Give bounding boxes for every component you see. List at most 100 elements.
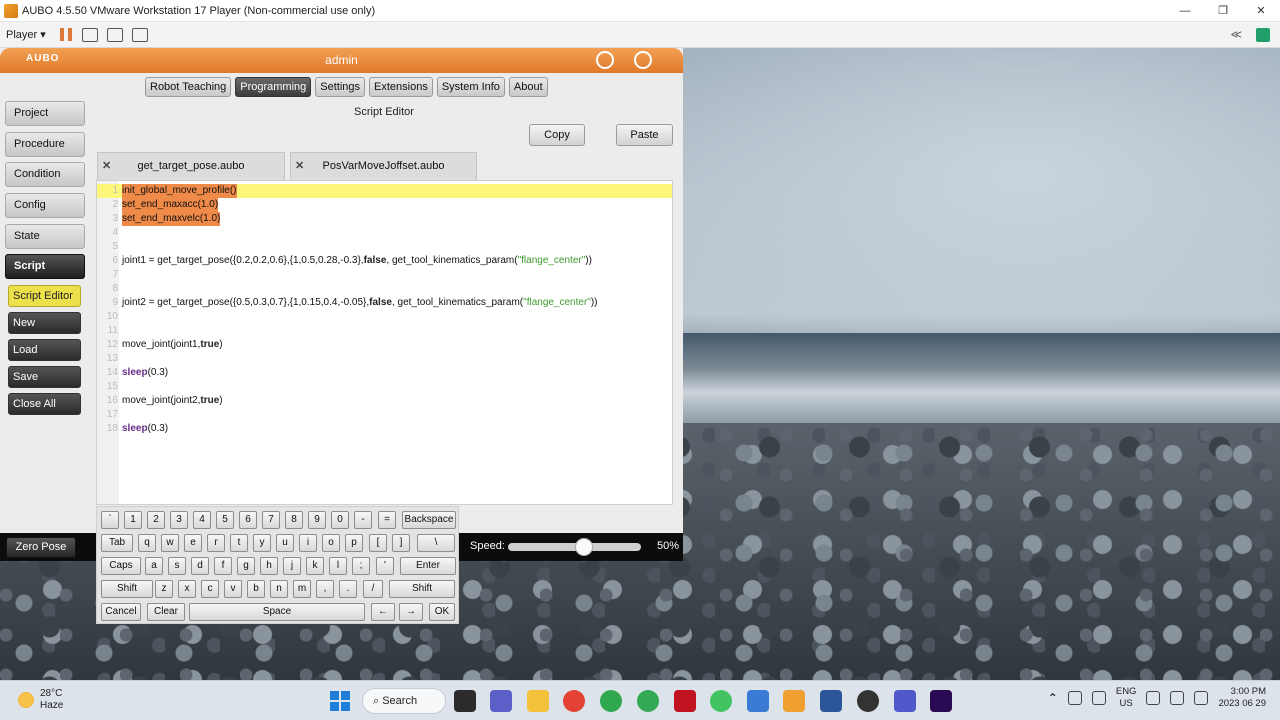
word-icon[interactable] <box>820 690 842 712</box>
key[interactable]: w <box>161 534 179 552</box>
premiere-icon[interactable] <box>930 690 952 712</box>
key[interactable]: 2 <box>147 511 165 529</box>
code-line[interactable]: 8 <box>97 282 672 296</box>
side-procedure[interactable]: Procedure <box>5 132 85 157</box>
key[interactable]: OK <box>429 603 455 621</box>
sub-new[interactable]: New <box>8 312 81 334</box>
key[interactable]: ] <box>392 534 410 552</box>
player-menu[interactable]: Player ▾ <box>6 28 46 41</box>
pause-icon[interactable] <box>59 28 72 41</box>
sub-close-all[interactable]: Close All <box>8 393 81 415</box>
code-line[interactable]: 7 <box>97 268 672 282</box>
key[interactable]: f <box>214 557 232 575</box>
file-explorer-icon[interactable] <box>527 690 549 712</box>
code-line[interactable]: 3 set_end_maxvelc(1.0) <box>97 212 672 226</box>
battery-icon[interactable] <box>1194 691 1209 705</box>
key[interactable]: Caps <box>101 557 141 575</box>
code-line[interactable]: 4 <box>97 226 672 240</box>
app-icon[interactable] <box>857 690 879 712</box>
key[interactable]: j <box>283 557 301 575</box>
collapse-icon[interactable]: ≪ <box>1230 28 1242 41</box>
taskbar-search[interactable]: ⌕ Search <box>362 688 446 714</box>
code-line[interactable]: 6 joint1 = get_target_pose({0.2,0.2,0.6},… <box>97 254 672 268</box>
code-line[interactable]: 12 move_joint(joint1,true) <box>97 338 672 352</box>
nav-about[interactable]: About <box>508 77 548 97</box>
key[interactable]: 3 <box>170 511 188 529</box>
key[interactable]: y <box>253 534 271 552</box>
key[interactable]: o <box>322 534 340 552</box>
key[interactable]: i <box>299 534 317 552</box>
key[interactable]: \ <box>417 534 455 552</box>
tab-close-icon[interactable]: ✕ <box>295 153 304 179</box>
key[interactable]: Clear <box>147 603 185 621</box>
key[interactable]: h <box>260 557 278 575</box>
tab-get-target-pose[interactable]: ✕ get_target_pose.aubo <box>97 152 285 180</box>
key[interactable]: 1 <box>124 511 142 529</box>
sub-load[interactable]: Load <box>8 339 81 361</box>
key[interactable]: 9 <box>308 511 326 529</box>
key[interactable]: l <box>329 557 347 575</box>
key[interactable]: 8 <box>285 511 303 529</box>
maximize-button[interactable]: ❐ <box>1204 0 1242 22</box>
language-indicator[interactable]: ENG US <box>1116 686 1137 710</box>
minimize-button[interactable]: — <box>1166 0 1204 22</box>
sub-script-editor[interactable]: Script Editor <box>8 285 81 307</box>
key[interactable]: m <box>293 580 311 598</box>
nav-programming[interactable]: Programming <box>235 77 312 97</box>
network-icon[interactable] <box>1067 691 1082 705</box>
key[interactable]: 4 <box>193 511 211 529</box>
vmware-icon[interactable] <box>783 690 805 712</box>
script-editor-area[interactable]: 1 init_global_move_profile() 2 set_end_maxa… <box>96 180 673 505</box>
key[interactable]: ← <box>371 603 395 621</box>
key[interactable]: p <box>345 534 363 552</box>
key[interactable]: e <box>184 534 202 552</box>
key[interactable]: Shift <box>389 580 455 598</box>
close-button[interactable]: ✕ <box>1242 0 1280 22</box>
key[interactable]: n <box>270 580 288 598</box>
pdf-icon[interactable] <box>674 690 696 712</box>
side-state[interactable]: State <box>5 224 85 249</box>
chat-icon[interactable] <box>490 690 512 712</box>
tab-posvar-movej-offset[interactable]: ✕ PosVarMoveJoffset.aubo <box>290 152 477 180</box>
code-line[interactable]: 9 joint2 = get_target_pose({0.5,0.3,0.7},… <box>97 296 672 310</box>
key[interactable]: Space <box>189 603 365 621</box>
key[interactable]: 5 <box>216 511 234 529</box>
key[interactable]: 6 <box>239 511 257 529</box>
side-script[interactable]: Script <box>5 254 85 279</box>
key[interactable]: s <box>168 557 186 575</box>
wifi-icon[interactable] <box>1146 691 1161 705</box>
nav-settings[interactable]: Settings <box>315 77 366 97</box>
side-project[interactable]: Project <box>5 101 85 126</box>
speed-slider-knob[interactable] <box>574 538 593 556</box>
key[interactable]: . <box>339 580 357 598</box>
nav-extensions[interactable]: Extensions <box>369 77 433 97</box>
key[interactable]: [ <box>369 534 387 552</box>
code-line[interactable]: 18 sleep(0.3) <box>97 422 672 436</box>
copy-button[interactable]: Copy <box>529 124 585 146</box>
key[interactable]: z <box>155 580 173 598</box>
key[interactable]: x <box>178 580 196 598</box>
power-icon[interactable] <box>634 51 652 69</box>
code-line[interactable]: 11 <box>97 324 672 338</box>
code-line[interactable]: 17 <box>97 408 672 422</box>
sub-save[interactable]: Save <box>8 366 81 388</box>
nav-system-info[interactable]: System Info <box>436 77 505 97</box>
key[interactable]: g <box>237 557 255 575</box>
user-icon[interactable] <box>596 51 614 69</box>
unity-icon[interactable] <box>131 27 148 42</box>
task-view-icon[interactable] <box>454 690 476 712</box>
side-config[interactable]: Config <box>5 193 85 218</box>
key[interactable]: Shift <box>101 580 153 598</box>
key[interactable]: → <box>399 603 423 621</box>
key[interactable]: Enter <box>400 557 456 575</box>
chevron-up-icon[interactable]: ⌃ <box>1048 691 1058 705</box>
tab-close-icon[interactable]: ✕ <box>102 153 111 179</box>
code-line[interactable]: 15 <box>97 380 672 394</box>
library-icon[interactable] <box>1256 27 1270 42</box>
start-button[interactable] <box>330 691 350 711</box>
chrome-profile-icon[interactable] <box>637 690 659 712</box>
key[interactable]: ` <box>101 511 119 529</box>
key[interactable]: Tab <box>101 534 133 552</box>
key[interactable]: 7 <box>262 511 280 529</box>
clock[interactable]: 3:00 PM 2023 06 29 <box>1218 686 1266 710</box>
